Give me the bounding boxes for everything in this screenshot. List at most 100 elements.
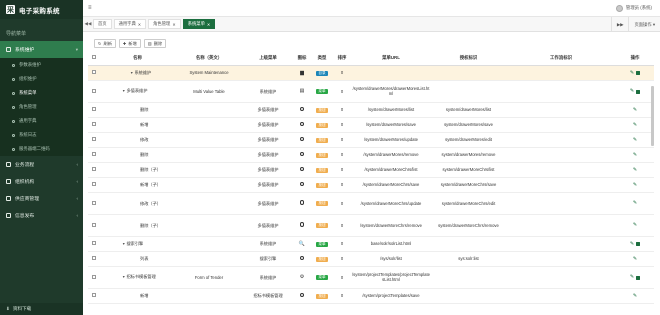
close-icon[interactable]: ✕ xyxy=(172,22,175,27)
sidebar-group-system[interactable]: 系统维护 ▾ xyxy=(0,41,83,58)
row-select[interactable] xyxy=(88,102,100,118)
table-row[interactable]: ▼多值表维护 Multi Value Table 系统维护 ▤ 菜单 0/system/d… xyxy=(88,80,654,103)
sidebar-item[interactable]: 业务流程 ‹ xyxy=(0,156,83,173)
sidebar-subitem[interactable]: 系统菜单 xyxy=(0,86,83,100)
table-row[interactable]: 新增（子） 多值表维护 按钮 0/system/drawerMoreChrs/save… xyxy=(88,177,654,193)
checkbox[interactable] xyxy=(92,107,96,111)
checkbox[interactable] xyxy=(92,122,96,126)
row-select[interactable] xyxy=(88,251,100,267)
close-icon[interactable]: ✕ xyxy=(207,22,210,27)
edit-icon[interactable]: ✎ xyxy=(633,137,637,143)
checkbox[interactable] xyxy=(92,167,96,171)
edit-icon[interactable]: ✎ xyxy=(633,167,637,173)
edit-icon[interactable]: ✎ xyxy=(633,152,637,158)
sidebar-item[interactable]: 供应商管理 ‹ xyxy=(0,190,83,207)
row-select[interactable] xyxy=(88,117,100,133)
sidebar-footer-download[interactable]: ⬇ 资料下载 xyxy=(0,303,83,315)
refresh-label: 刷新 xyxy=(103,40,112,46)
sidebar-item[interactable]: 信息发布 ‹ xyxy=(0,207,83,224)
caret-down-icon[interactable]: ▼ xyxy=(122,89,125,93)
page-ops-dropdown[interactable]: 页面操作 ▾ xyxy=(628,17,660,32)
table-row[interactable]: 修改 多值表维护 按钮 0/system/drawerMores/update syst… xyxy=(88,132,654,148)
scrollbar[interactable] xyxy=(651,86,654,146)
row-select[interactable] xyxy=(88,288,100,304)
checkbox[interactable] xyxy=(92,182,96,186)
sidebar-subitem[interactable]: 服务器端二维码 xyxy=(0,142,83,156)
sidebar-subitem[interactable]: 参数表维护 xyxy=(0,58,83,72)
sidebar-subitem[interactable]: 组织维护 xyxy=(0,72,83,86)
edit-icon[interactable]: ✎ xyxy=(633,293,637,299)
table-row[interactable]: ▼系统维护 System Maintenance ▆ 目录 0 ✎ xyxy=(88,65,654,81)
checkbox[interactable] xyxy=(92,274,96,279)
add-button[interactable]: ✚ 新增 xyxy=(118,39,141,48)
cell-actions: ✎ xyxy=(616,177,654,193)
menu-toggle-icon[interactable]: ≡ xyxy=(88,5,92,11)
row-select[interactable] xyxy=(88,236,100,252)
edit-icon[interactable]: ✎ xyxy=(633,122,637,128)
edit-icon[interactable]: ✎ xyxy=(630,241,634,247)
checkbox[interactable] xyxy=(92,55,96,60)
row-select[interactable] xyxy=(88,147,100,163)
user-menu[interactable]: 管理员 (系统) xyxy=(615,4,652,12)
delete-button[interactable]: ▥ 删除 xyxy=(143,39,167,48)
edit-icon[interactable]: ✎ xyxy=(630,89,634,94)
row-select[interactable] xyxy=(88,266,100,289)
tabs-next-button[interactable]: ▶▶ xyxy=(610,17,629,32)
add-child-icon[interactable] xyxy=(636,89,641,94)
row-select[interactable] xyxy=(88,80,100,103)
add-child-icon[interactable] xyxy=(636,275,641,280)
edit-icon[interactable]: ✎ xyxy=(633,256,637,262)
checkbox[interactable] xyxy=(92,152,96,156)
row-select[interactable] xyxy=(88,132,100,148)
cell-url xyxy=(351,65,431,81)
tab[interactable]: 系统菜单 ✕ xyxy=(182,19,216,29)
table-row[interactable]: 删除 多值表维护 按钮 0/system/drawerMores/list system… xyxy=(88,102,654,118)
edit-icon[interactable]: ✎ xyxy=(630,275,634,280)
circle-icon xyxy=(299,292,305,298)
checkbox[interactable] xyxy=(92,222,96,227)
checkbox[interactable] xyxy=(92,293,96,297)
row-select[interactable] xyxy=(88,162,100,178)
row-select[interactable] xyxy=(88,214,100,237)
table-row[interactable]: 新增 多值表维护 按钮 0/system/drawerMores/save system… xyxy=(88,117,654,133)
refresh-button[interactable]: ↻ 刷新 xyxy=(94,39,116,48)
add-child-icon[interactable] xyxy=(636,242,641,246)
caret-down-icon[interactable]: ▼ xyxy=(122,275,125,279)
edit-icon[interactable]: ✎ xyxy=(630,70,634,76)
header-select-all[interactable] xyxy=(88,51,100,66)
checkbox[interactable] xyxy=(92,88,96,93)
tab[interactable]: 角色管理 ✕ xyxy=(148,19,181,29)
tab[interactable]: 首页 xyxy=(93,19,112,29)
table-row[interactable]: 新增 招标书模板管理 按钮 0/system/projectTemplates/sav… xyxy=(88,288,654,304)
tab[interactable]: 通用字典 ✕ xyxy=(113,19,147,29)
caret-down-icon[interactable]: ▼ xyxy=(130,71,133,75)
table-row[interactable]: 删除（子） 多值表维护 按钮 0/system/drawerMoreChrs/remo… xyxy=(88,214,654,237)
table-row[interactable]: ▼搜索引擎 系统维护 🔍 菜单 0 base/solr/solrList.html ✎ xyxy=(88,236,654,252)
row-select[interactable] xyxy=(88,65,100,81)
table-row[interactable]: ▼招标书模板管理 Form of Tender 系统维护 ⚙ 菜单 0/system/pr… xyxy=(88,266,654,289)
checkbox[interactable] xyxy=(92,70,96,74)
edit-icon[interactable]: ✎ xyxy=(633,107,637,113)
sidebar-subitem[interactable]: 角色管理 xyxy=(0,100,83,114)
edit-icon[interactable]: ✎ xyxy=(633,182,637,188)
table-row[interactable]: 列表 搜索引擎 按钮 0/sys/solr/list sys:solr:list ✎ xyxy=(88,251,654,267)
row-select[interactable] xyxy=(88,192,100,215)
caret-down-icon[interactable]: ▼ xyxy=(122,242,125,246)
checkbox[interactable] xyxy=(92,256,96,260)
table-row[interactable]: 修改（子） 多值表维护 按钮 0/system/drawerMoreChrs/upda… xyxy=(88,192,654,215)
edit-icon[interactable]: ✎ xyxy=(633,223,637,228)
checkbox[interactable] xyxy=(92,200,96,205)
row-select[interactable] xyxy=(88,177,100,193)
add-child-icon[interactable] xyxy=(636,71,641,75)
table-row[interactable]: 删除 多值表维护 按钮 0/system/drawerMores/remove syst… xyxy=(88,147,654,163)
tabs-prev-button[interactable]: ◀◀ xyxy=(83,21,93,27)
checkbox[interactable] xyxy=(92,137,96,141)
edit-icon[interactable]: ✎ xyxy=(633,201,637,206)
sidebar-subitem[interactable]: 系统日志 xyxy=(0,128,83,142)
sidebar-subitem[interactable]: 通用字典 xyxy=(0,114,83,128)
close-icon[interactable]: ✕ xyxy=(138,22,141,27)
cell-name-en xyxy=(175,102,243,118)
table-row[interactable]: 删除（子） 多值表维护 按钮 0/system/drawerMoreChrs/list… xyxy=(88,162,654,178)
sidebar-item[interactable]: 组织机构 ‹ xyxy=(0,173,83,190)
checkbox[interactable] xyxy=(92,241,96,245)
